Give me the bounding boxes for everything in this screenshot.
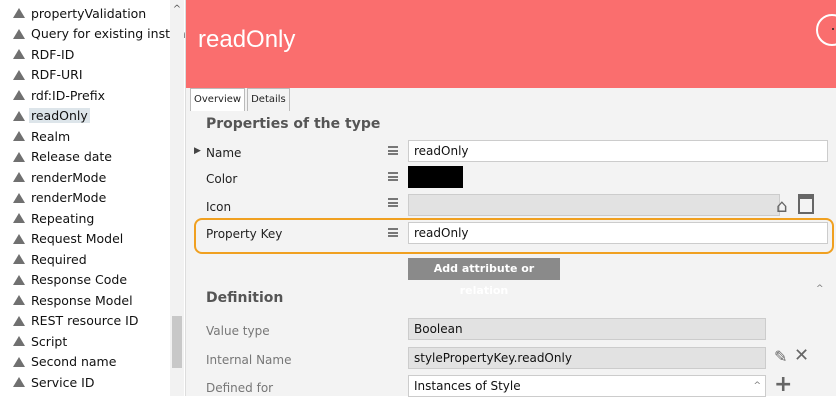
property-icon xyxy=(13,192,25,203)
value-type-label: Value type xyxy=(206,324,270,338)
tree-item[interactable]: rdf:ID-Prefix xyxy=(0,85,105,105)
house-icon[interactable]: ⌂ xyxy=(776,196,787,217)
property-icon xyxy=(13,131,25,141)
tree-item-label: rdf:ID-Prefix xyxy=(31,87,105,103)
property-icon xyxy=(13,151,25,162)
tree-item[interactable]: readOnly xyxy=(0,106,90,126)
tree-item-label: Repeating xyxy=(31,210,95,226)
name-menu-icon[interactable] xyxy=(388,146,398,155)
tree-item-label: RDF-URI xyxy=(31,67,83,82)
page-title: readOnly xyxy=(198,26,296,53)
pencil-icon[interactable]: ✎ xyxy=(774,347,787,366)
section-title-definition: Definition xyxy=(206,290,284,306)
property-icon xyxy=(13,356,25,367)
header: readOnly xyxy=(186,0,836,88)
tree-item-label: Required xyxy=(31,251,87,267)
defined-for-label: Defined for xyxy=(206,381,274,395)
property-icon xyxy=(13,336,25,346)
detail-panel: readOnly Overview Details Properties of … xyxy=(186,0,836,397)
scroll-thumb[interactable] xyxy=(172,316,182,368)
tree-item[interactable]: Service ID xyxy=(0,372,94,392)
tree-item[interactable]: propertyValidation xyxy=(0,3,146,23)
tree-item[interactable]: Second name xyxy=(0,352,116,372)
icon-field[interactable] xyxy=(408,194,780,216)
internal-name-label: Internal Name xyxy=(206,353,292,367)
tree-item[interactable]: Required xyxy=(0,249,87,269)
tree-item-label: Second name xyxy=(31,354,117,369)
tree-item[interactable]: Realm xyxy=(0,126,70,146)
tree-item-label: Script xyxy=(31,333,68,349)
chevron-up-icon[interactable]: ^ xyxy=(753,376,761,396)
property-key-menu-icon[interactable] xyxy=(388,228,398,237)
close-icon[interactable]: ✕ xyxy=(794,345,809,366)
property-icon xyxy=(13,49,25,59)
tree-item[interactable]: renderMode xyxy=(0,188,106,208)
tree-item[interactable]: Response Model xyxy=(0,290,133,310)
add-attribute-button[interactable]: Add attribute or relation xyxy=(408,258,560,297)
tree-item-label: readOnly xyxy=(29,108,90,123)
tree-item[interactable]: RDF-ID xyxy=(0,44,74,64)
tree-item[interactable]: renderMode xyxy=(0,167,106,187)
tree-item-label: renderMode xyxy=(31,169,107,185)
property-icon xyxy=(13,274,25,285)
defined-for-field[interactable]: Instances of Style ^ xyxy=(408,375,766,397)
property-icon xyxy=(13,28,25,39)
tree-item-label: Realm xyxy=(31,128,71,144)
tree-item-label: Release date xyxy=(31,149,112,164)
expand-arrow-icon[interactable]: ▶ xyxy=(194,146,201,156)
scroll-up-arrow-icon[interactable]: ^ xyxy=(170,4,184,15)
property-icon xyxy=(13,110,25,121)
tab-details[interactable]: Details xyxy=(247,88,290,111)
property-icon xyxy=(13,315,25,326)
property-icon xyxy=(13,90,25,100)
property-icon xyxy=(13,233,25,244)
tree-item-label: Response Model xyxy=(31,292,133,308)
tree-item-label: propertyValidation xyxy=(31,5,147,21)
detail-scroll-up-icon[interactable]: ^ xyxy=(816,284,824,294)
window-icon[interactable] xyxy=(798,194,814,214)
value-type-field: Boolean xyxy=(408,318,766,340)
property-key-label: Property Key xyxy=(206,227,283,241)
tree-item-label: Query for existing instances xyxy=(31,26,185,41)
tree-item-label: RDF-ID xyxy=(31,46,75,62)
logo-dot xyxy=(832,28,834,30)
tree-item[interactable]: Script xyxy=(0,331,67,351)
name-label: Name xyxy=(206,146,242,160)
tree-item-label: REST resource ID xyxy=(31,313,139,328)
tab-bar: Overview Details xyxy=(190,88,292,112)
tree-panel: propertyValidation Query for existing ins… xyxy=(0,0,186,396)
tree-item[interactable]: Repeating xyxy=(0,208,94,228)
tree-item[interactable]: Response Code xyxy=(0,270,127,290)
tree-item[interactable]: REST resource ID xyxy=(0,311,138,331)
tree-item-label: Response Code xyxy=(31,272,128,287)
tree-item-label: Service ID xyxy=(31,374,95,390)
color-label: Color xyxy=(206,172,238,186)
tree-scrollbar[interactable]: ^ xyxy=(170,0,184,396)
name-field[interactable]: readOnly xyxy=(408,140,828,162)
tree-item[interactable]: Request Model xyxy=(0,229,123,249)
tab-overview[interactable]: Overview xyxy=(190,88,246,111)
property-icon xyxy=(13,69,25,80)
section-title-properties: Properties of the type xyxy=(206,116,381,132)
tree-item[interactable]: RDF-URI xyxy=(0,65,83,85)
tree-item-label: renderMode xyxy=(31,190,107,205)
tree-item[interactable]: Release date xyxy=(0,147,112,167)
color-menu-icon[interactable] xyxy=(388,172,398,181)
property-icon xyxy=(13,8,25,18)
property-icon xyxy=(13,213,25,223)
color-swatch[interactable] xyxy=(408,166,463,188)
tree-item[interactable]: Query for existing instances xyxy=(0,24,185,44)
property-icon xyxy=(13,172,25,182)
internal-name-field: stylePropertyKey.readOnly xyxy=(408,347,766,369)
property-icon xyxy=(13,254,25,264)
logo-icon xyxy=(816,14,836,46)
property-icon xyxy=(13,295,25,305)
icon-menu-icon[interactable] xyxy=(388,198,398,207)
tree-item-label: Request Model xyxy=(31,231,124,246)
property-icon xyxy=(13,377,25,387)
property-key-field[interactable]: readOnly xyxy=(408,222,828,244)
defined-for-value: Instances of Style xyxy=(414,379,521,393)
icon-label: Icon xyxy=(206,200,232,214)
plus-icon[interactable]: + xyxy=(774,372,792,397)
